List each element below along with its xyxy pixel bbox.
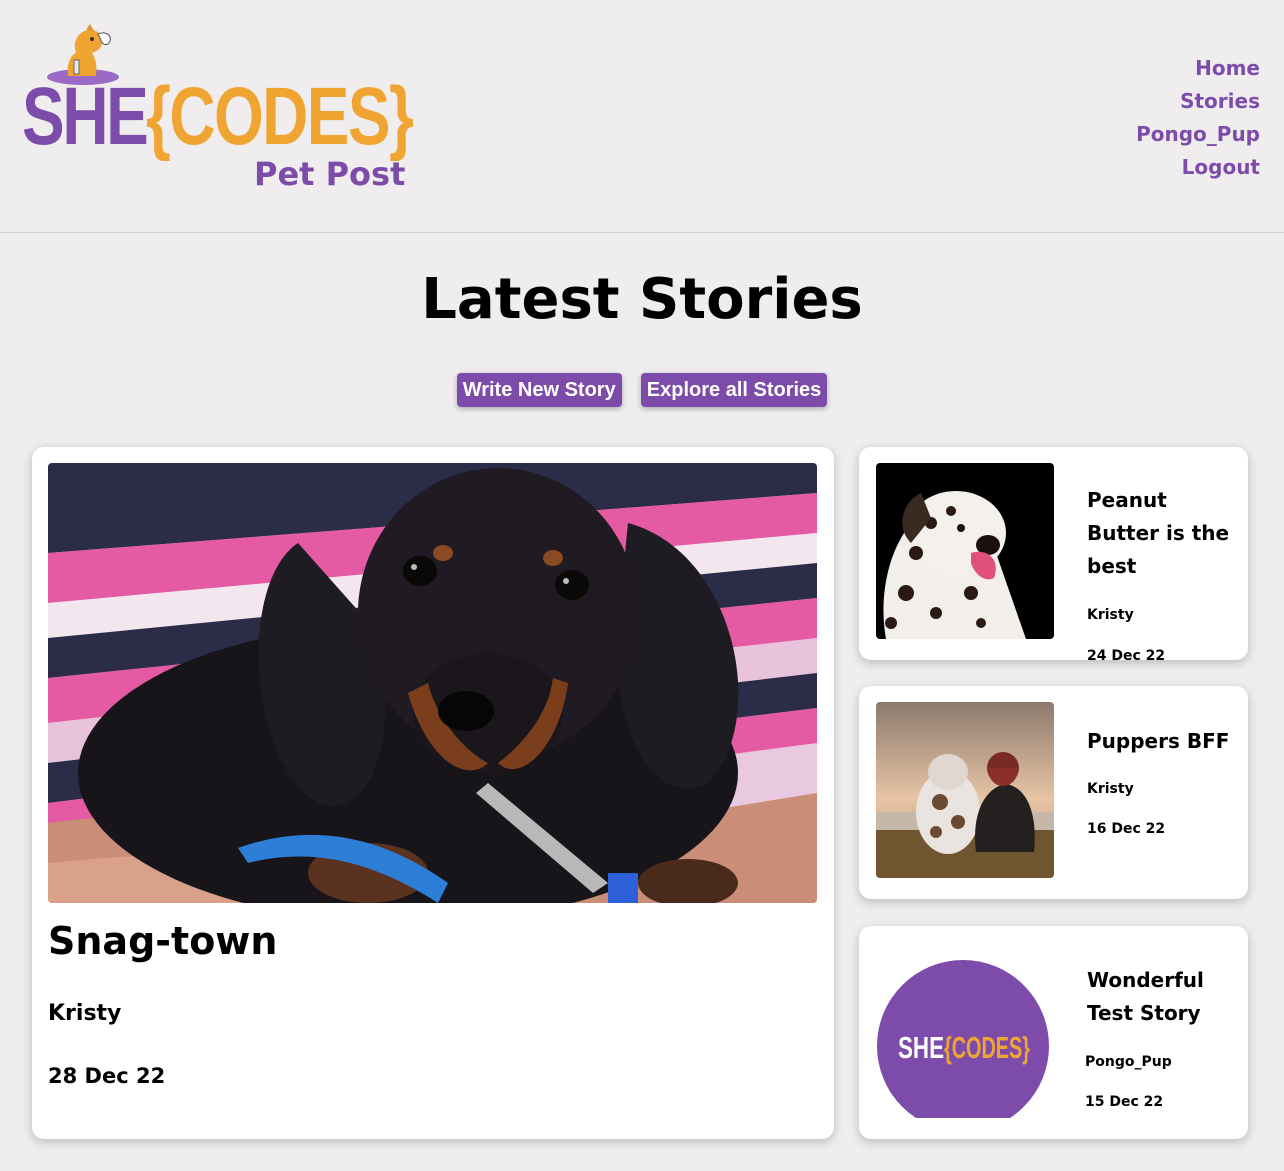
story-card[interactable]: Peanut Butter is the best Kristy 24 Dec … bbox=[859, 447, 1248, 660]
site-header: SHE {CODES} Pet Post Home Stories Pongo_… bbox=[0, 0, 1284, 233]
featured-story-date: 28 Dec 22 bbox=[48, 1064, 166, 1088]
shecodes-pet-post-logo[interactable]: SHE {CODES} Pet Post bbox=[22, 24, 422, 194]
story-image: SHE {CODES} bbox=[876, 942, 1054, 1132]
logo-she-text: SHE bbox=[22, 71, 149, 162]
nav-link-logout[interactable]: Logout bbox=[1136, 151, 1260, 184]
story-title[interactable]: Puppers BFF bbox=[1087, 725, 1237, 758]
story-author: Pongo_Pup bbox=[1085, 1054, 1172, 1070]
featured-story-author: Kristy bbox=[48, 1001, 122, 1026]
nav-link-stories[interactable]: Stories bbox=[1136, 85, 1260, 118]
nav-link-profile[interactable]: Pongo_Pup bbox=[1136, 118, 1260, 151]
circle-logo-codes-text: {CODES} bbox=[944, 1030, 1030, 1065]
story-actions: Write New Story Explore all Stories bbox=[0, 373, 1284, 407]
story-date: 15 Dec 22 bbox=[1085, 1094, 1164, 1110]
page-title: Latest Stories bbox=[421, 267, 863, 332]
story-image bbox=[876, 702, 1054, 878]
write-new-story-button[interactable]: Write New Story bbox=[456, 373, 622, 407]
story-card[interactable]: SHE {CODES} Wonderful Test Story Pongo_P… bbox=[859, 926, 1248, 1139]
featured-story-card[interactable]: Snag-town Kristy 28 Dec 22 bbox=[32, 447, 834, 1139]
explore-all-stories-button[interactable]: Explore all Stories bbox=[640, 373, 828, 407]
circle-logo-she-text: SHE bbox=[898, 1030, 944, 1065]
logo-codes-text: {CODES} bbox=[146, 71, 414, 162]
story-title[interactable]: Peanut Butter is the best bbox=[1087, 484, 1237, 583]
story-title[interactable]: Wonderful Test Story bbox=[1087, 964, 1237, 1030]
story-image bbox=[876, 463, 1054, 639]
featured-story-title[interactable]: Snag-town bbox=[48, 915, 277, 967]
story-card[interactable]: Puppers BFF Kristy 16 Dec 22 bbox=[859, 686, 1248, 899]
nav-link-home[interactable]: Home bbox=[1136, 52, 1260, 85]
story-date: 16 Dec 22 bbox=[1087, 821, 1166, 837]
story-author: Kristy bbox=[1087, 781, 1134, 797]
featured-story-image bbox=[48, 463, 817, 903]
main-nav: Home Stories Pongo_Pup Logout bbox=[1136, 52, 1260, 184]
story-author: Kristy bbox=[1087, 607, 1134, 623]
logo-subtitle: Pet Post bbox=[254, 155, 406, 193]
story-date: 24 Dec 22 bbox=[1087, 648, 1166, 660]
